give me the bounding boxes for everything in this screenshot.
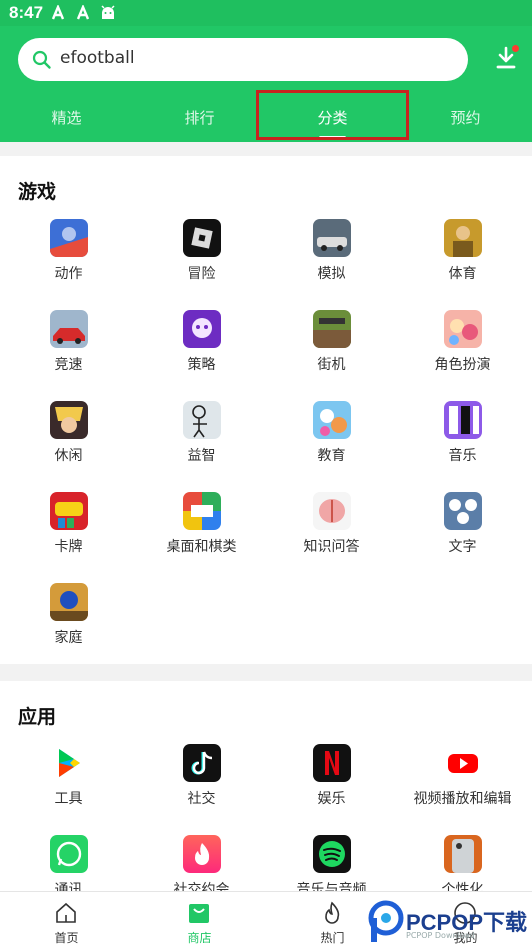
- pcpop-logo-icon: [368, 900, 404, 942]
- category-social[interactable]: 社交: [135, 744, 268, 834]
- tab-label: 精选: [51, 109, 82, 127]
- category-label: 体育: [448, 266, 477, 282]
- category-label: 街机: [317, 357, 346, 373]
- section-title: 应用: [18, 706, 57, 728]
- games-section: 游戏 动作 冒险 模拟 体育 竞速 策略 街机 角色扮演 休闲 益智 教育 音乐…: [0, 156, 532, 664]
- shopping-bag-icon: [189, 904, 209, 923]
- category-tools[interactable]: 工具: [2, 744, 135, 834]
- category-family[interactable]: 家庭: [2, 583, 135, 673]
- category-label: 策略: [187, 357, 216, 373]
- category-racing[interactable]: 竞速: [2, 310, 135, 400]
- category-trivia[interactable]: 知识问答: [265, 492, 398, 582]
- play-store-icon: [50, 744, 88, 782]
- category-education[interactable]: 教育: [265, 401, 398, 491]
- category-label: 音乐: [448, 448, 477, 464]
- highlight-box: [256, 90, 409, 140]
- watermark-sub: PCPOP Download: [406, 931, 475, 940]
- adventure-icon: [183, 219, 221, 257]
- category-label: 冒险: [187, 266, 216, 282]
- nav-home[interactable]: 首页: [0, 892, 133, 948]
- racing-icon: [50, 310, 88, 348]
- nav-label: 首页: [54, 931, 79, 945]
- tab-preorder[interactable]: 预约: [399, 98, 532, 142]
- tab-label: 预约: [450, 109, 481, 127]
- category-label: 家庭: [54, 630, 83, 646]
- category-label: 益智: [187, 448, 216, 464]
- arcade-icon: [313, 310, 351, 348]
- search-bar[interactable]: efootball: [18, 38, 468, 81]
- category-strategy[interactable]: 策略: [135, 310, 268, 400]
- puzzle-icon: [183, 401, 221, 439]
- category-label: 娱乐: [317, 791, 346, 807]
- category-label: 社交: [187, 791, 216, 807]
- action-icon: [50, 219, 88, 257]
- category-simulation[interactable]: 模拟: [265, 219, 398, 309]
- flame-icon: [325, 901, 340, 924]
- sports-icon: [444, 219, 482, 257]
- category-video[interactable]: 视频播放和编辑: [396, 744, 529, 834]
- search-input[interactable]: efootball: [60, 48, 135, 68]
- home-icon: [56, 902, 76, 923]
- board-icon: [183, 492, 221, 530]
- tab-ranking[interactable]: 排行: [133, 98, 266, 142]
- android-icon: [101, 5, 115, 19]
- category-arcade[interactable]: 街机: [265, 310, 398, 400]
- card-icon: [50, 492, 88, 530]
- category-label: 知识问答: [303, 539, 360, 555]
- simulation-icon: [313, 219, 351, 257]
- app-a-icon-2: [76, 5, 90, 20]
- category-music[interactable]: 音乐: [396, 401, 529, 491]
- category-label: 视频播放和编辑: [413, 791, 512, 807]
- status-time: 8:47: [9, 3, 44, 22]
- category-puzzle[interactable]: 益智: [135, 401, 268, 491]
- download-button[interactable]: [494, 44, 520, 72]
- casual-icon: [50, 401, 88, 439]
- trivia-icon: [313, 492, 351, 530]
- category-label: 模拟: [317, 266, 346, 282]
- category-label: 教育: [317, 448, 346, 464]
- download-badge: [512, 45, 519, 52]
- category-label: 文字: [448, 539, 477, 555]
- strategy-icon: [183, 310, 221, 348]
- category-label: 角色扮演: [434, 357, 491, 373]
- nav-label: 商店: [187, 931, 212, 945]
- category-label: 竞速: [54, 357, 83, 373]
- spotify-icon: [313, 835, 351, 873]
- category-card[interactable]: 卡牌: [2, 492, 135, 582]
- category-rpg[interactable]: 角色扮演: [396, 310, 529, 400]
- category-label: 桌面和棋类: [166, 539, 237, 555]
- tab-label: 排行: [184, 109, 215, 127]
- word-icon: [444, 492, 482, 530]
- family-icon: [50, 583, 88, 621]
- netflix-icon: [313, 744, 351, 782]
- nav-store[interactable]: 商店: [133, 892, 266, 948]
- category-label: 工具: [54, 791, 83, 807]
- app-a-icon: [51, 5, 65, 20]
- category-label: 休闲: [54, 448, 83, 464]
- apps-section: 应用 工具 社交 娱乐 视频播放和编辑 通讯 社交约会 音乐与音频 个性化: [0, 681, 532, 898]
- section-title: 游戏: [18, 181, 57, 203]
- category-sports[interactable]: 体育: [396, 219, 529, 309]
- category-label: 卡牌: [54, 539, 83, 555]
- youtube-icon: [444, 744, 482, 782]
- category-entertainment[interactable]: 娱乐: [265, 744, 398, 834]
- search-icon: [32, 50, 51, 69]
- rpg-icon: [444, 310, 482, 348]
- category-action[interactable]: 动作: [2, 219, 135, 309]
- category-label: 动作: [54, 266, 83, 282]
- tinder-icon: [183, 835, 221, 873]
- category-board[interactable]: 桌面和棋类: [135, 492, 268, 582]
- watermark: PCPOP下载 PCPOP Download: [368, 898, 532, 947]
- category-casual[interactable]: 休闲: [2, 401, 135, 491]
- category-adventure[interactable]: 冒险: [135, 219, 268, 309]
- tab-featured[interactable]: 精选: [0, 98, 133, 142]
- status-bar: 8:47: [0, 0, 532, 26]
- education-icon: [313, 401, 351, 439]
- music-icon: [444, 401, 482, 439]
- tiktok-icon: [183, 744, 221, 782]
- category-word[interactable]: 文字: [396, 492, 529, 582]
- whatsapp-icon: [50, 835, 88, 873]
- personalization-icon: [444, 835, 482, 873]
